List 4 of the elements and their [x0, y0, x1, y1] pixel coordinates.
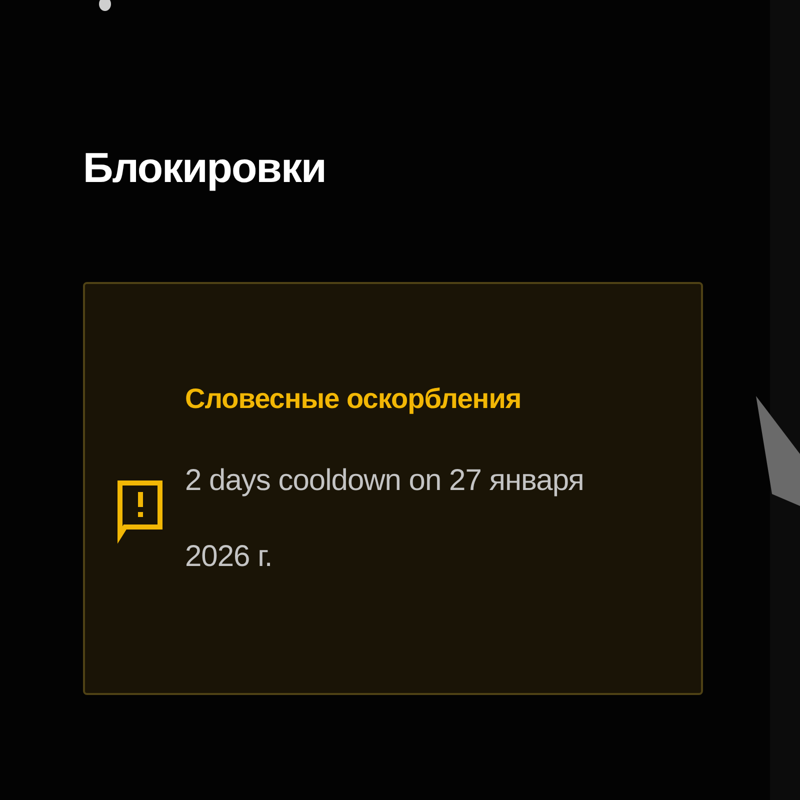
arrow-icon[interactable]: [754, 394, 800, 506]
section-heading: Блокировки: [83, 143, 327, 193]
ban-title: Словесные оскорбления: [185, 382, 522, 414]
ban-description: 2 days cooldown on 27 января 2026 г.: [185, 462, 585, 574]
